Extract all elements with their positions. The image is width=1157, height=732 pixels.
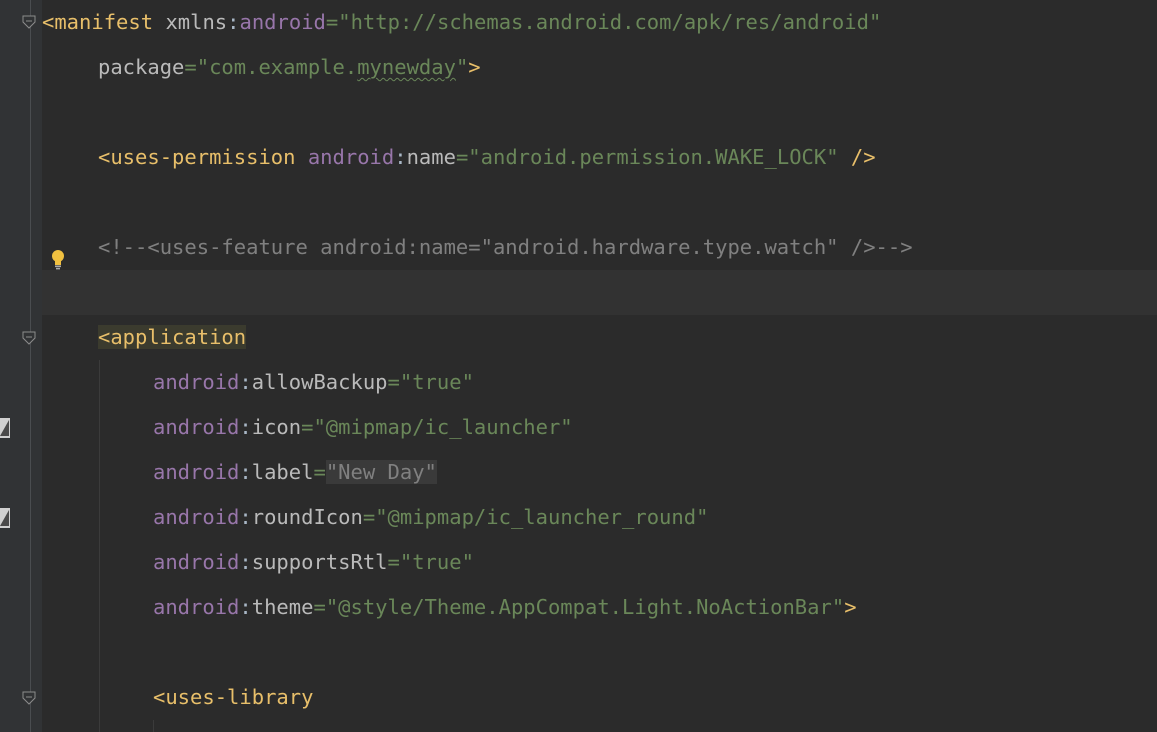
- equals: =: [387, 550, 400, 574]
- code-line-14[interactable]: android:theme="@style/Theme.AppCompat.Li…: [42, 585, 1157, 630]
- package-value-typo[interactable]: mynewday: [357, 55, 456, 79]
- permission-value: "android.permission.WAKE_LOCK": [468, 145, 839, 169]
- equals: =: [313, 595, 326, 619]
- android-namespace: android: [153, 460, 240, 484]
- equals: =: [184, 55, 197, 79]
- equals: =: [301, 415, 314, 439]
- xml-comment: <!--<uses-feature android:name="android.…: [98, 235, 913, 259]
- code-line-2[interactable]: package="com.example.mynewday">: [42, 45, 1157, 90]
- tag-close: />: [838, 145, 876, 169]
- tag-close: >: [468, 55, 481, 79]
- fold-marker-icon[interactable]: [22, 691, 36, 705]
- code-line-9[interactable]: android:allowBackup="true": [42, 360, 1157, 405]
- xmlns-attr: xmlns: [165, 10, 228, 34]
- colon: :: [239, 505, 252, 529]
- namespace-url-value: "http://schemas.android.com/apk/res/andr…: [338, 10, 882, 34]
- equals: =: [455, 145, 469, 169]
- code-line-8[interactable]: <application: [42, 315, 1157, 360]
- name-attr: name: [406, 145, 456, 169]
- code-line-16[interactable]: <uses-library: [42, 675, 1157, 720]
- label-attr: label: [251, 460, 314, 484]
- equals: =: [313, 460, 326, 484]
- round-icon-value: "@mipmap/ic_launcher_round": [375, 505, 709, 529]
- label-value-folded[interactable]: "New Day": [325, 460, 437, 484]
- fold-guide-line: [30, 0, 31, 732]
- icon-attr: icon: [251, 415, 302, 439]
- colon: :: [239, 415, 252, 439]
- theme-attr: theme: [251, 595, 314, 619]
- code-line-4[interactable]: <uses-permission android:name="android.p…: [42, 135, 1157, 180]
- indent-guide: [153, 720, 154, 732]
- fold-marker-icon[interactable]: [22, 331, 36, 345]
- gutter-marker-icon[interactable]: [0, 418, 10, 438]
- equals: =: [325, 10, 339, 34]
- theme-value: "@style/Theme.AppCompat.Light.NoActionBa…: [325, 595, 845, 619]
- tag-open-bracket: <: [98, 325, 111, 349]
- editor-gutter: [0, 0, 42, 732]
- tag-close: >: [844, 595, 857, 619]
- colon: :: [239, 595, 252, 619]
- android-namespace: android: [153, 550, 240, 574]
- colon: :: [239, 370, 252, 394]
- icon-value: "@mipmap/ic_launcher": [313, 415, 573, 439]
- android-namespace: android: [153, 595, 240, 619]
- code-line-11[interactable]: android:label="New Day": [42, 450, 1157, 495]
- round-icon-attr: roundIcon: [251, 505, 363, 529]
- package-value-suffix: ": [455, 55, 469, 79]
- android-namespace: android: [307, 145, 395, 169]
- allow-backup-value: "true": [399, 370, 474, 394]
- code-line-13[interactable]: android:supportsRtl="true": [42, 540, 1157, 585]
- android-namespace: android: [153, 505, 240, 529]
- caret-line[interactable]: [42, 270, 1157, 315]
- allow-backup-attr: allowBackup: [251, 370, 388, 394]
- uses-library-tag: <uses-library: [153, 685, 314, 709]
- package-value-prefix: "com.example.: [196, 55, 358, 79]
- code-line-12[interactable]: android:roundIcon="@mipmap/ic_launcher_r…: [42, 495, 1157, 540]
- colon: :: [394, 145, 407, 169]
- code-line-6[interactable]: <!--<uses-feature android:name="android.…: [42, 225, 1157, 270]
- code-editor[interactable]: <manifest xmlns:android="http://schemas.…: [42, 0, 1157, 732]
- equals: =: [362, 505, 376, 529]
- gutter-marker-icon[interactable]: [0, 508, 10, 528]
- application-tag: application: [110, 325, 247, 349]
- package-attr: package: [98, 55, 185, 79]
- manifest-tag: <manifest: [42, 10, 154, 34]
- colon: :: [227, 10, 240, 34]
- supports-rtl-value: "true": [399, 550, 474, 574]
- equals: =: [387, 370, 400, 394]
- android-namespace: android: [153, 370, 240, 394]
- android-namespace: android: [153, 415, 240, 439]
- colon: :: [239, 550, 252, 574]
- supports-rtl-attr: supportsRtl: [251, 550, 388, 574]
- code-line-10[interactable]: android:icon="@mipmap/ic_launcher": [42, 405, 1157, 450]
- android-namespace: android: [239, 10, 326, 34]
- code-line-1[interactable]: <manifest xmlns:android="http://schemas.…: [42, 0, 1157, 45]
- uses-permission-tag: <uses-permission: [98, 145, 296, 169]
- colon: :: [239, 460, 252, 484]
- fold-marker-icon[interactable]: [22, 15, 36, 29]
